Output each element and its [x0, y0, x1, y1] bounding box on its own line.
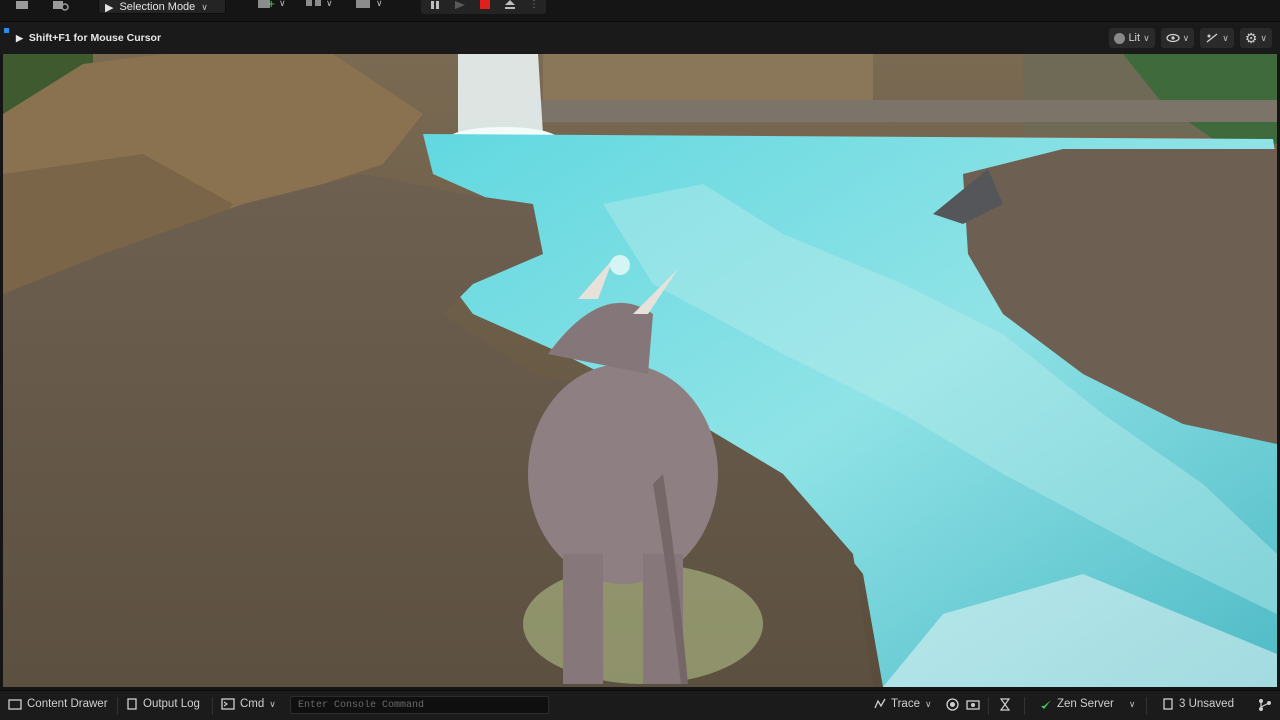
- chevron-down-icon: ∨: [1128, 698, 1136, 709]
- log-icon: [127, 698, 137, 710]
- divider: [1024, 697, 1025, 715]
- lit-icon: [1114, 32, 1126, 44]
- play-arrow-icon: ▶: [16, 32, 23, 43]
- console-command-field[interactable]: [290, 696, 549, 714]
- play-icon[interactable]: [453, 0, 467, 11]
- add-actor-icon: +: [258, 0, 275, 10]
- folder-icon: [8, 699, 22, 710]
- source-control-button[interactable]: [1258, 698, 1272, 711]
- hourglass-icon: [999, 698, 1011, 711]
- screenshot-button[interactable]: [966, 698, 980, 710]
- glow-orb: [610, 255, 630, 275]
- mouse-cursor-hint: ▶ Shift+F1 for Mouse Cursor: [16, 32, 161, 44]
- far-bank: [543, 54, 873, 104]
- chevron-down-icon: ∨: [269, 698, 276, 709]
- chevron-down-icon: ∨: [1260, 32, 1267, 43]
- trace-button[interactable]: Trace ∨: [874, 698, 932, 710]
- view-mode-button[interactable]: Lit ∨: [1109, 28, 1155, 48]
- main-toolbar: ▶ Selection Mode ∨ + ∨ ∨ ∨ ⋮: [0, 0, 1280, 22]
- record-icon: [946, 698, 959, 711]
- unsaved-label: 3 Unsaved: [1179, 698, 1234, 710]
- terminal-icon: [221, 698, 235, 710]
- chevron-down-icon: ∨: [201, 1, 208, 12]
- content-drawer-label: Content Drawer: [27, 698, 108, 710]
- zen-server-label: Zen Server: [1057, 698, 1114, 710]
- snap-button[interactable]: ∨: [1200, 28, 1234, 48]
- viewport-active-indicator: [4, 28, 9, 33]
- divider: [1146, 697, 1147, 715]
- zen-icon: [1041, 700, 1051, 709]
- content-drawer-button[interactable]: Content Drawer: [8, 698, 108, 710]
- viewport-toolbar: ▶ Shift+F1 for Mouse Cursor Lit ∨ ∨ ∨ ⚙ …: [0, 22, 1280, 54]
- save-icon[interactable]: [14, 0, 30, 12]
- source-control-icon: [1259, 699, 1271, 711]
- chevron-down-icon: ∨: [1143, 32, 1150, 43]
- hint-label: Shift+F1 for Mouse Cursor: [28, 32, 162, 44]
- scene-render: [3, 54, 1277, 687]
- show-button[interactable]: ∨: [1160, 28, 1195, 48]
- divider: [988, 697, 989, 715]
- play-controls: ⋮: [421, 0, 546, 14]
- browse-icon[interactable]: [52, 0, 70, 12]
- console-command-input[interactable]: [291, 697, 548, 713]
- selection-mode-dropdown[interactable]: ▶ Selection Mode ∨: [98, 0, 226, 14]
- more-options-icon[interactable]: ⋮: [529, 0, 539, 10]
- add-actor-button[interactable]: + ∨: [258, 0, 286, 11]
- chevron-down-icon: ∨: [376, 0, 383, 8]
- output-log-label: Output Log: [143, 698, 200, 710]
- chevron-down-icon: ∨: [1182, 32, 1190, 43]
- pool-rim: [533, 100, 1277, 122]
- camera-icon: [966, 700, 980, 710]
- chevron-down-icon: ∨: [279, 0, 286, 8]
- selection-mode-label: Selection Mode: [119, 1, 196, 13]
- svg-text:+: +: [267, 0, 275, 10]
- eye-icon: [1166, 33, 1180, 43]
- settings-icon: ⚙: [1244, 30, 1258, 46]
- output-log-button[interactable]: Output Log: [126, 698, 200, 710]
- cinematics-icon: [356, 0, 370, 8]
- derived-data-button[interactable]: [999, 698, 1011, 711]
- cinematics-button[interactable]: ∨: [355, 0, 383, 11]
- cursor-icon: ▶: [105, 1, 114, 14]
- trace-label: Trace: [891, 698, 920, 710]
- blueprint-icon: [306, 0, 321, 6]
- unsaved-icon: [1163, 698, 1173, 710]
- level-viewport[interactable]: [3, 54, 1277, 687]
- trace-icon: [874, 698, 886, 709]
- snap-icon: [1206, 33, 1218, 43]
- record-button[interactable]: [946, 698, 959, 711]
- unsaved-button[interactable]: 3 Unsaved: [1162, 698, 1234, 710]
- settings-button[interactable]: ⚙ ∨: [1239, 28, 1272, 48]
- stop-icon[interactable]: [479, 0, 491, 11]
- waterfall: [458, 54, 543, 134]
- status-bar: Content Drawer Output Log Cmd ∨ Trace ∨ …: [0, 690, 1280, 720]
- chevron-down-icon: ∨: [326, 0, 333, 8]
- cmd-label: Cmd: [240, 698, 265, 710]
- divider: [212, 697, 213, 715]
- zen-server-button[interactable]: Zen Server ∨: [1040, 698, 1135, 710]
- chevron-down-icon: ∨: [1222, 32, 1229, 43]
- eject-icon[interactable]: [503, 0, 517, 11]
- cmd-dropdown[interactable]: Cmd ∨: [221, 698, 276, 710]
- view-mode-label: Lit: [1128, 32, 1141, 44]
- divider: [117, 697, 118, 715]
- pause-icon[interactable]: [429, 0, 441, 11]
- blueprint-button[interactable]: ∨: [305, 0, 333, 11]
- chevron-down-icon: ∨: [924, 698, 932, 709]
